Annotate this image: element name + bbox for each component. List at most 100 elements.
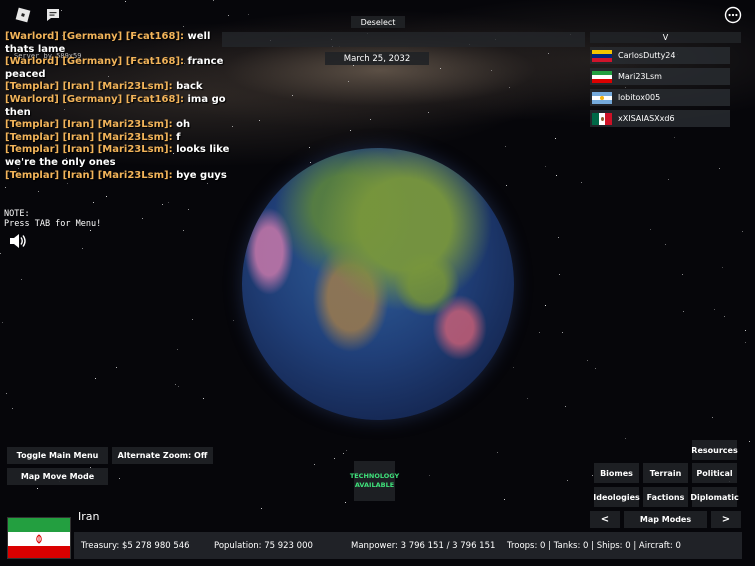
player-list-item[interactable]: lobitox005 [590,89,730,106]
iran-flag-icon [592,70,612,83]
star [548,53,549,54]
star [168,202,169,203]
star [348,81,349,82]
chat-message: [Templar] [Iran] [Mari23Lsm]: f [5,132,235,145]
star [722,267,723,268]
diplomatic-button[interactable]: Diplomatic [690,487,739,507]
star [513,367,514,368]
star [6,393,7,394]
chat-message-text: back [176,81,203,93]
earth-globe[interactable] [242,148,514,420]
player-name: lobitox005 [618,93,661,102]
treasury-value: Treasury: $5 278 980 546 [81,540,190,551]
chat-message-prefix: [Warlord] [Germany] [Fcat168]: [5,93,185,105]
more-options-icon[interactable] [724,6,742,24]
star [343,453,344,454]
map-modes-label[interactable]: Map Modes [624,511,707,528]
star [183,26,184,27]
star [665,244,666,245]
star [12,408,13,409]
toggle-main-menu-button[interactable]: Toggle Main Menu [7,447,108,464]
player-list-item[interactable]: Mari23Lsm [590,68,730,85]
argentina-flag-icon [592,91,612,104]
ideologies-button[interactable]: Ideologies [593,487,640,507]
star [310,162,311,163]
star [334,458,335,459]
alternate-zoom-button[interactable]: Alternate Zoom: Off [112,447,213,464]
star [668,179,669,180]
star [745,330,746,331]
star [90,230,91,231]
star [0,253,1,254]
star [509,87,510,88]
star [2,322,3,323]
star [745,342,746,343]
note-text: Press TAB for Menu! [4,219,102,229]
star [567,480,568,481]
star [178,386,179,387]
player-name: CarlosDutty24 [618,51,676,60]
chat-message-prefix: [Templar] [Iran] [Mari23Lsm]: [5,81,173,93]
star [504,499,505,500]
star [21,279,22,280]
star [93,202,94,203]
map-move-mode-button[interactable]: Map Move Mode [7,468,108,485]
star [350,130,351,131]
terrain-button[interactable]: Terrain [643,463,688,483]
roblox-logo-icon[interactable] [14,6,32,24]
map-mode-next-button[interactable]: > [711,511,741,528]
star [565,406,566,407]
star [428,112,429,113]
political-button[interactable]: Political [692,463,737,483]
star [539,332,540,333]
star [714,309,715,310]
military-summary: Troops: 0 | Tanks: 0 | Ships: 0 | Aircra… [507,540,681,551]
star [491,70,492,71]
star [345,502,346,503]
star [558,237,559,238]
player-list-item[interactable]: xXISAIASXxd6 [590,110,730,127]
factions-button[interactable]: Factions [643,487,688,507]
star [683,311,684,312]
chat-message: [Templar] [Iran] [Mari23Lsm]: back [5,81,235,94]
technology-available-button[interactable]: TECHNOLOGY AVAILABLE [350,461,399,501]
player-name: Mari23Lsm [618,72,662,81]
chat-message: [Warlord] [Germany] [Fcat168]: france pe… [5,56,235,81]
star [506,185,507,186]
star [188,209,189,210]
speaker-icon[interactable] [8,233,28,249]
star [346,450,347,451]
star [497,452,498,453]
star [213,0,214,1]
star [429,475,430,476]
chat-message: [Warlord] [Germany] [Fcat168]: well that… [5,31,235,56]
star [719,168,720,169]
player-list-toggle[interactable]: V [590,32,741,43]
country-status-bar: Treasury: $5 278 980 546 Population: 75 … [74,532,742,559]
star [314,464,315,465]
star [674,137,675,138]
star [248,14,249,15]
chat-message-prefix: [Templar] [Iran] [Mari23Lsm]: [5,144,173,156]
chat-message-text: f [176,131,181,143]
chat-icon[interactable] [45,7,61,23]
deselect-button[interactable]: Deselect [351,16,405,28]
star [527,398,528,399]
star [177,349,178,350]
star [67,183,68,184]
chat-message-prefix: [Templar] [Iran] [Mari23Lsm]: [5,131,173,143]
star [309,147,310,148]
star [712,417,713,418]
player-name: xXISAIASXxd6 [618,114,675,123]
star [370,119,371,120]
star [95,378,96,379]
resources-button[interactable]: Resources [691,440,738,460]
chat-message-text: oh [176,119,191,131]
player-list-item[interactable]: CarlosDutty24 [590,47,730,64]
star [555,138,556,139]
star [5,187,6,188]
star [203,398,204,399]
map-mode-prev-button[interactable]: < [590,511,620,528]
biomes-button[interactable]: Biomes [594,463,639,483]
star [175,384,176,385]
